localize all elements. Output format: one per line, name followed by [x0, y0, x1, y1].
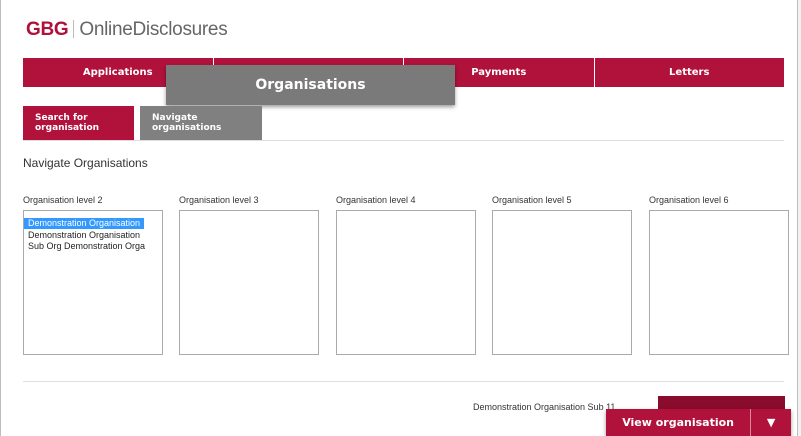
level-3-listbox[interactable]	[179, 210, 319, 355]
level-4-listbox[interactable]	[336, 210, 476, 355]
level-2-label: Organisation level 2	[23, 195, 103, 205]
app-logo: GBG OnlineDisclosures	[26, 18, 228, 41]
logo-divider	[73, 20, 75, 38]
level-3-label: Organisation level 3	[179, 195, 259, 205]
level-5-label: Organisation level 5	[492, 195, 572, 205]
tab-search-organisation[interactable]: Search for organisation	[23, 106, 134, 140]
tab-navigate-organisations[interactable]: Navigate organisations	[140, 106, 262, 140]
list-option[interactable]: Demonstration Organisation	[24, 230, 162, 241]
list-option[interactable]: Sub Org Demonstration Orga	[24, 241, 162, 252]
nav-tab-letters[interactable]: Letters	[594, 58, 784, 87]
level-4-label: Organisation level 4	[336, 195, 416, 205]
view-organisation-label[interactable]: View organisation	[606, 409, 751, 436]
list-option[interactable]: Demonstration Organisation	[24, 218, 145, 229]
organisations-callout: Organisations	[166, 65, 455, 105]
view-organisation-button[interactable]: View organisation ▼	[606, 409, 791, 436]
sub-tabs: Search for organisation Navigate organis…	[23, 106, 268, 140]
brand-company: GBG	[26, 19, 69, 40]
caret-down-icon[interactable]: ▼	[750, 409, 791, 436]
app-window: GBGOnlineDisclosures Applications Organi…	[0, 0, 798, 436]
level-6-label: Organisation level 6	[649, 195, 729, 205]
divider	[23, 140, 784, 141]
page-title: Navigate Organisations	[23, 156, 148, 170]
brand-product: OnlineDisclosures	[79, 19, 228, 40]
level-2-listbox[interactable]: Demonstration Organisation Demonstration…	[23, 210, 163, 355]
level-6-listbox[interactable]	[649, 210, 789, 355]
divider	[23, 381, 784, 382]
selected-organisation-text: Demonstration Organisation Sub 11	[473, 402, 616, 412]
level-5-listbox[interactable]	[492, 210, 632, 355]
